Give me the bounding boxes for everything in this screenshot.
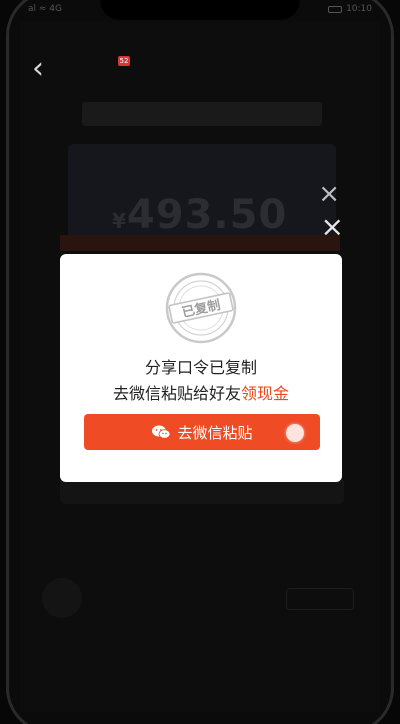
underlay-stripe [60,235,340,251]
battery-icon [328,5,343,13]
underlay-pill-button [286,588,354,610]
avatar [42,578,82,618]
phone-frame: al ≈ 4G 10:10 ‹ 52 ¥493.50 × × 已复制 分享口令已… [0,0,400,724]
back-icon[interactable]: ‹ [32,54,56,84]
status-left: al ≈ 4G [28,4,62,14]
signal-text: al ≈ 4G [28,4,62,14]
paste-to-wechat-label: 去微信粘贴 [177,423,253,442]
touch-indicator [286,424,304,442]
clock: 10:10 [346,4,372,14]
underlay-currency: ¥ [112,209,127,233]
close-icon[interactable]: × [321,213,344,241]
underlay-amount-value: 493.50 [126,192,288,238]
share-dialog: 已复制 分享口令已复制 去微信粘贴给好友领现金 去微信粘贴 [60,254,342,482]
close-icon[interactable]: × [318,181,340,207]
top-bar: ‹ 52 [20,52,380,92]
dialog-message-line2: 去微信粘贴给好友领现金 [60,380,342,404]
notification-badge: 52 [118,56,130,66]
wechat-icon [152,425,171,439]
phone-notch [100,0,300,20]
underlay-amount: ¥493.50 [112,192,287,238]
dialog-message-line1: 分享口令已复制 [144,358,257,377]
paste-to-wechat-button[interactable]: 去微信粘贴 [84,414,320,450]
status-right: 10:10 [328,4,372,14]
claim-cash-link[interactable]: 领现金 [241,384,289,403]
underlay-card-footer [60,480,344,504]
underlay-banner [82,102,322,126]
dialog-message-prefix: 去微信粘贴给好友 [112,384,241,403]
copied-stamp-icon: 已复制 [165,272,237,344]
